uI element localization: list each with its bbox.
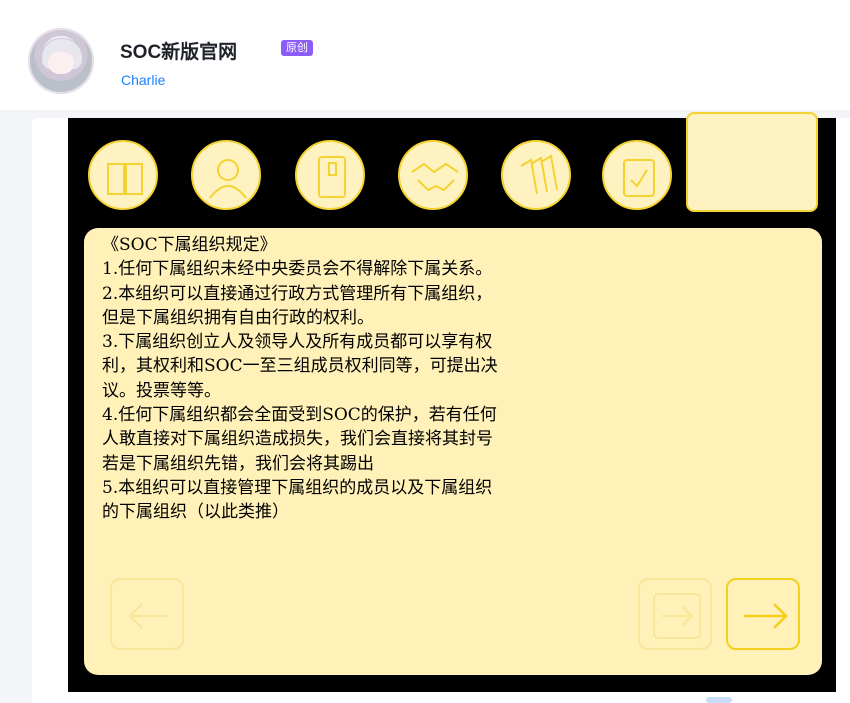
phone-icon: [318, 156, 346, 198]
document-line: 议。投票等等。: [102, 380, 221, 401]
document-line: 人敢直接对下属组织造成损失，我们会直接将其封号: [102, 429, 493, 450]
corner-panel: [686, 112, 818, 212]
article-title: SOC新版官网: [120, 42, 238, 63]
original-badge: 原创: [281, 40, 313, 56]
document-text: 《SOC下属组织规定》 1.任何下属组织未经中央委员会不得解除下属关系。 2.本…: [102, 233, 722, 525]
arrow-right-icon: [744, 603, 788, 629]
document-line: 2.本组织可以直接通过行政方式管理所有下属组织，: [102, 283, 493, 304]
document-line: 5.本组织可以直接管理下属组织的成员以及下属组织: [102, 477, 493, 498]
document-line: 的下属组织（以此类推）: [102, 502, 289, 523]
documents-button[interactable]: [501, 140, 571, 210]
handshake-button[interactable]: [398, 140, 468, 210]
page-indicator-button[interactable]: [638, 578, 712, 650]
arrow-left-icon: [128, 603, 168, 629]
book-icon: [107, 163, 143, 195]
document-line: 4.任何下属组织都会全面受到SOC的保护，若有任何: [102, 405, 497, 426]
handshake-icon: [411, 162, 459, 192]
document-line: 若是下属组织先错，我们会将其踢出: [102, 453, 374, 474]
document-line: 但是下属组织拥有自由行政的权利。: [102, 307, 374, 328]
prev-page-button[interactable]: [110, 578, 184, 650]
article-header: SOC新版官网 原创 Charlie: [0, 0, 850, 110]
book-button[interactable]: [88, 140, 158, 210]
document-line: 利，其权利和SOC一至三组成员权利同等，可提出决: [102, 356, 498, 377]
person-icon: [209, 159, 247, 199]
next-page-button[interactable]: [726, 578, 800, 650]
checkbox-icon: [623, 159, 655, 197]
document-line: 1.任何下属组织未经中央委员会不得解除下属关系。: [102, 259, 493, 280]
document-line: 3.下属组织创立人及领导人及所有成员都可以享有权: [102, 332, 493, 353]
profile-button[interactable]: [191, 140, 261, 210]
phone-button[interactable]: [295, 140, 365, 210]
author-link[interactable]: Charlie: [121, 72, 165, 88]
scroll-indicator[interactable]: [706, 697, 732, 703]
author-avatar[interactable]: [28, 28, 94, 94]
checklist-button[interactable]: [602, 140, 672, 210]
documents-icon: [520, 154, 558, 195]
document-line: 《SOC下属组织规定》: [102, 235, 277, 255]
avatar-face: [48, 52, 74, 74]
arrow-right-outline-icon: [653, 593, 701, 639]
